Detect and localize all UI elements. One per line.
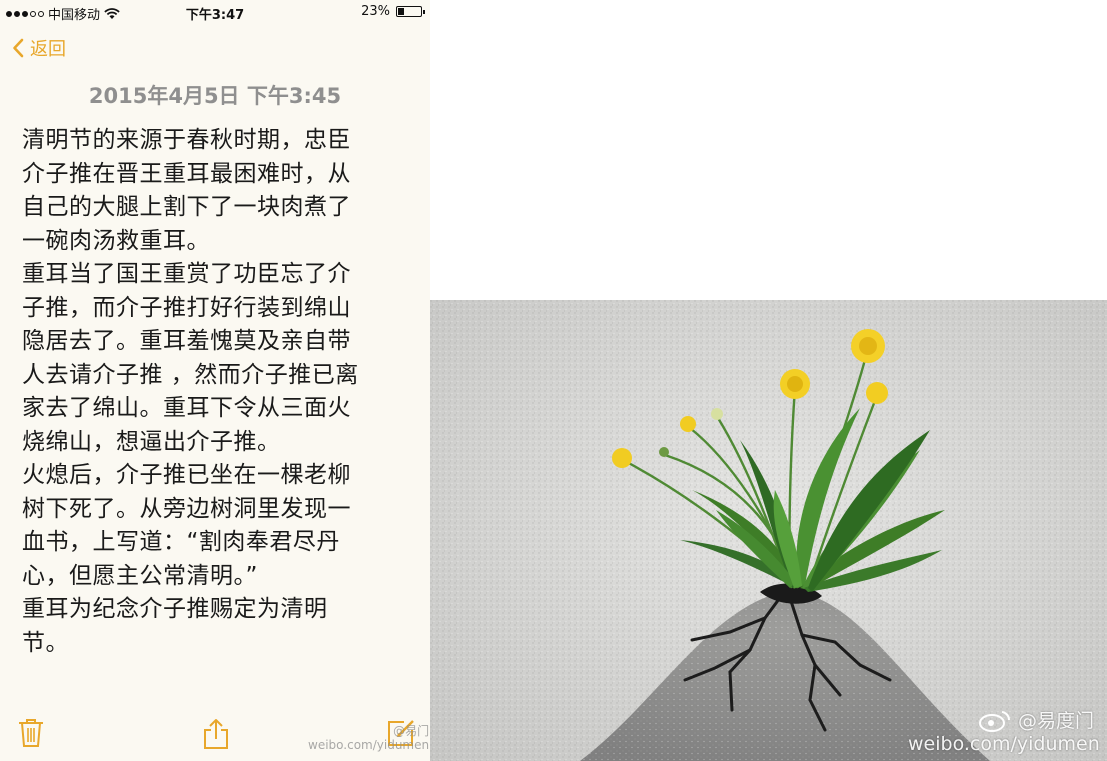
watermark-handle: @易门 [393, 724, 430, 738]
chevron-left-icon [13, 38, 24, 58]
back-button[interactable]: 返回 [12, 34, 66, 62]
back-label: 返回 [30, 39, 66, 60]
note-date: 2015年4月5日 下午3:45 [88, 84, 342, 108]
note-body[interactable]: 清明节的来源于春秋时期，忠臣 介子推在晋王重耳最困难时，从 自己的大腿上割下了一… [22, 124, 417, 660]
notes-screen: 中国移动 下午3:47 23% 返回 2015年4月5日 下午3:45 清明节的… [0, 0, 430, 761]
note-line: 树下死了。从旁边树洞里发现一 [22, 495, 351, 522]
note-line: 子推，而介子推打好行装到绵山 [22, 294, 351, 321]
watermark-handle: @易度门 [1018, 710, 1095, 732]
weibo-watermark-photo: @易度门 weibo.com/yidumen [908, 706, 1100, 755]
battery-icon [396, 6, 425, 17]
battery-percent: 23% [361, 4, 390, 19]
note-line: 烧绵山，想逼出介子推。 [22, 428, 281, 455]
trash-icon[interactable] [18, 718, 44, 748]
note-line: 介子推在晋王重耳最困难时，从 [22, 160, 351, 187]
watermark-url: weibo.com/yidumen [908, 733, 1100, 755]
note-line: 人去请介子推 ，然而介子推已离 [22, 361, 359, 388]
note-line: 一碗肉汤救重耳。 [22, 227, 210, 254]
share-icon[interactable] [202, 718, 230, 750]
note-line: 隐居去了。重耳羞愧莫及亲自带 [22, 328, 351, 354]
note-line: 血书，上写道：“割肉奉君尽丹 [22, 529, 340, 555]
note-line: 节。 [22, 629, 69, 656]
watermark-url: weibo.com/yidumen [308, 738, 430, 752]
plant-through-asphalt-image [430, 300, 1107, 761]
weibo-watermark: @易门 weibo.com/yidumen [308, 724, 429, 752]
note-line: 心，但愿主公常清明。” [22, 562, 258, 589]
note-line: 重耳当了国王重赏了功臣忘了介 [22, 261, 351, 287]
note-line: 火熄后，介子推已坐在一棵老柳 [22, 462, 351, 488]
weibo-logo-icon [979, 710, 1011, 732]
note-line: 清明节的来源于春秋时期，忠臣 [22, 127, 351, 153]
note-line: 自己的大腿上割下了一块肉煮了 [22, 194, 351, 220]
note-line: 重耳为纪念介子推赐定为清明 [22, 596, 328, 622]
status-right: 23% [361, 4, 425, 19]
dandelion-photo: @易度门 weibo.com/yidumen [430, 300, 1107, 761]
note-line: 家去了绵山。重耳下令从三面火 [22, 395, 351, 421]
status-bar: 中国移动 下午3:47 23% [0, 0, 430, 24]
